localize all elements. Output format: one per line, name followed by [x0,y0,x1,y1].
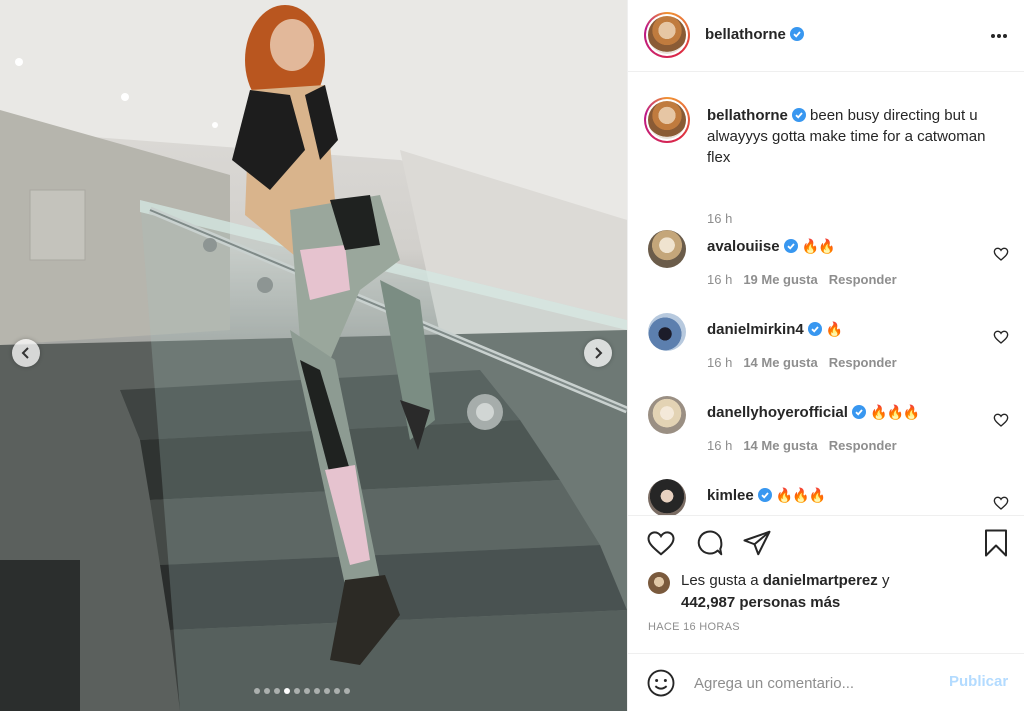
comment-item: kimlee 🔥🔥🔥 [644,479,1009,515]
comment-item: avalouiise 🔥🔥 16 h 19 Me gusta Responder [644,230,1009,300]
comments-list[interactable]: bellathorne been busy directing but u al… [628,73,1024,515]
verified-badge-icon [807,322,822,336]
carousel-dot [324,688,330,694]
comment-bubble-icon[interactable] [695,528,725,558]
carousel-dot [284,688,290,694]
caption-avatar[interactable] [644,97,690,143]
comment-item: danellyhoyerofficial 🔥🔥🔥 16 h 14 Me gusta… [644,396,1009,466]
emoji-smile-icon[interactable] [646,668,676,698]
commenter-avatar[interactable] [648,396,686,434]
post-timestamp[interactable]: HACE 16 HORAS [648,621,740,633]
commenter-avatar[interactable] [648,479,686,515]
carousel-dot [314,688,320,694]
post-photo[interactable] [0,0,627,711]
comment-likes[interactable]: 14 Me gusta [743,438,817,453]
caption-time: 16 h [707,211,733,226]
reply-button[interactable]: Responder [829,438,897,453]
carousel-dot [294,688,300,694]
like-heart-icon[interactable] [646,528,676,558]
likes-text: Les gusta a danielmartperez y 442,987 pe… [681,570,1001,614]
likes-connector: y [881,572,890,589]
comment-likes[interactable]: 19 Me gusta [743,272,817,287]
verified-badge-icon [757,488,772,502]
commenter-avatar[interactable] [648,313,686,351]
more-horizontal-icon[interactable] [989,26,1009,46]
share-send-icon[interactable] [742,528,772,558]
heart-icon[interactable] [993,246,1009,262]
carousel-dot [254,688,260,694]
carousel-dot [334,688,340,694]
commenter-username[interactable]: kimlee [707,487,754,504]
add-comment-bar: Publicar [628,653,1024,711]
comment-text: 🔥🔥🔥 [870,405,920,421]
photo-scene [0,0,627,711]
carousel-dot [344,688,350,694]
comment-time: 16 h [707,438,733,453]
heart-icon[interactable] [993,412,1009,428]
carousel-dot [274,688,280,694]
author-avatar[interactable] [644,12,690,58]
comment-text: 🔥 [825,322,843,338]
comment-text: 🔥🔥 [801,239,836,255]
heart-icon[interactable] [993,329,1009,345]
post-side-panel: bellathorne bellathorne been busy direct… [627,0,1024,711]
comment-input[interactable] [694,669,934,697]
comment-item: danielmirkin4 🔥 16 h 14 Me gusta Responder [644,313,1009,383]
publish-button[interactable]: Publicar [949,673,1008,690]
comment-time: 16 h [707,355,733,370]
liker-username[interactable]: danielmartperez [763,572,878,589]
likes-prefix: Les gusta a [681,572,759,589]
reply-button[interactable]: Responder [829,272,897,287]
carousel-dot [264,688,270,694]
comment-text: 🔥🔥🔥 [775,488,826,504]
author-username[interactable]: bellathorne [705,26,786,43]
verified-badge-icon [851,405,866,419]
author-name-row: bellathorne [705,26,804,44]
commenter-username[interactable]: danellyhoyerofficial [707,404,848,421]
chevron-right-icon [595,347,603,359]
commenter-username[interactable]: danielmirkin4 [707,321,804,338]
post-header: bellathorne [628,0,1024,72]
carousel-next-button[interactable] [584,339,612,367]
comment-time: 16 h [707,272,733,287]
comment-likes[interactable]: 14 Me gusta [743,355,817,370]
carousel-prev-button[interactable] [12,339,40,367]
verified-badge-icon [789,27,804,41]
likes-count[interactable]: 442,987 personas más [681,594,840,611]
caption-text-block: bellathorne been busy directing but u al… [707,105,997,168]
bookmark-icon[interactable] [981,528,1011,558]
verified-badge-icon [791,108,806,122]
caption-username[interactable]: bellathorne [707,107,788,124]
carousel-dots [254,688,350,694]
post-actions: Les gusta a danielmartperez y 442,987 pe… [628,515,1024,711]
carousel-dot [304,688,310,694]
heart-icon[interactable] [993,495,1009,511]
chevron-left-icon [21,347,29,359]
reply-button[interactable]: Responder [829,355,897,370]
verified-badge-icon [783,239,798,253]
liker-avatar[interactable] [648,572,670,594]
commenter-avatar[interactable] [648,230,686,268]
commenter-username[interactable]: avalouiise [707,238,780,255]
